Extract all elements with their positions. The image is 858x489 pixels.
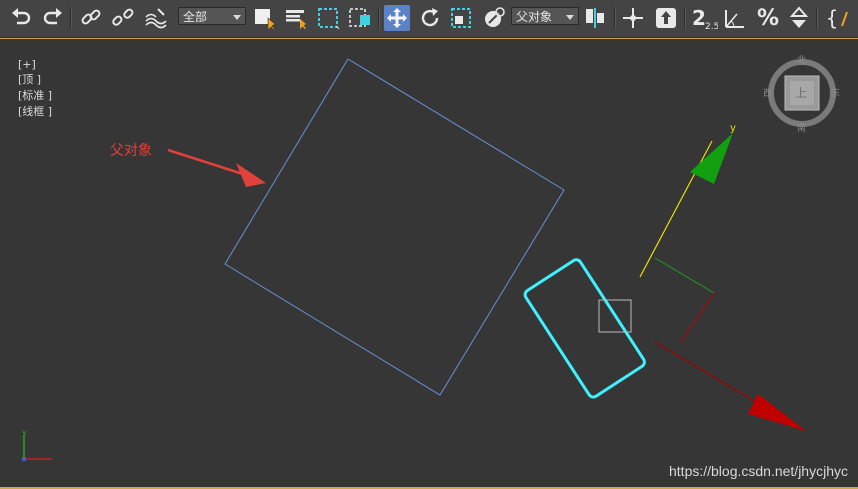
viewport-scene: y y xyxy=(22,58,836,461)
unlink-icon[interactable] xyxy=(110,5,136,31)
window-crossing-icon[interactable] xyxy=(347,5,373,31)
undo-icon[interactable] xyxy=(8,5,34,31)
chevron-down-icon xyxy=(233,15,241,20)
selection-filter-value: 全部 xyxy=(183,10,208,24)
toolbar-separator xyxy=(816,7,818,29)
gizmo-y-axis-arrow[interactable] xyxy=(690,133,733,184)
compass-east: 东 xyxy=(831,89,841,99)
redo-icon[interactable] xyxy=(40,5,66,31)
angle-snap-icon[interactable] xyxy=(722,5,748,31)
select-object-icon[interactable] xyxy=(252,5,278,31)
corner-axis-y-label: y xyxy=(22,428,27,437)
link-icon[interactable] xyxy=(78,5,104,31)
annotation-text: 父对象 xyxy=(110,143,152,159)
percent-glyph: % xyxy=(756,5,780,31)
toolbar-separator xyxy=(614,7,616,29)
rectangular-selection-icon[interactable] xyxy=(315,5,341,31)
select-manipulate-icon[interactable] xyxy=(481,5,507,31)
main-toolbar: 全部 父对象 2 2.5 % { xyxy=(0,0,858,38)
reference-coordinate-dropdown[interactable]: 父对象 xyxy=(511,7,579,25)
watermark-text: https://blog.csdn.net/jhycjhyc xyxy=(669,463,848,479)
move-tool-icon[interactable] xyxy=(384,5,410,31)
rotate-tool-icon[interactable] xyxy=(417,5,443,31)
brace-glyph: { xyxy=(825,6,839,30)
annotation-arrow-head xyxy=(236,163,266,187)
gizmo-x-axis-arrow[interactable] xyxy=(748,394,806,431)
percent-snap-icon[interactable]: % xyxy=(755,5,781,31)
snaps-toggle-icon[interactable]: 2 2.5 xyxy=(690,5,718,31)
gizmo-x-axis-line[interactable] xyxy=(654,341,767,409)
child-object-selected[interactable] xyxy=(523,258,646,399)
top-viewport[interactable]: [+] [顶 ] [标准 ] [线框 ] y y 北 南 东 西 上 父对象 h… xyxy=(0,38,858,489)
select-by-name-icon[interactable] xyxy=(283,5,309,31)
keyboard-shortcut-override-icon[interactable] xyxy=(653,5,679,31)
scale-tool-icon[interactable] xyxy=(448,5,474,31)
bind-space-warp-icon[interactable] xyxy=(143,5,169,31)
gizmo-y-label: y xyxy=(730,123,736,134)
viewcube-face-top[interactable]: 上 xyxy=(795,84,807,101)
svg-text:2.5: 2.5 xyxy=(705,22,718,31)
svg-text:2: 2 xyxy=(692,6,706,30)
named-selection-sets-icon[interactable]: { xyxy=(822,5,854,31)
toolbar-separator xyxy=(684,7,686,29)
parent-object-outline[interactable] xyxy=(224,58,565,396)
reference-coordinate-value: 父对象 xyxy=(516,10,553,24)
compass-north: 北 xyxy=(797,56,807,66)
compass-south: 南 xyxy=(797,124,807,134)
spinner-snap-icon[interactable] xyxy=(786,5,812,31)
annotation-arrow-line xyxy=(167,148,247,177)
gizmo-xy-plane-red[interactable] xyxy=(679,292,715,344)
gizmo-xy-plane-green[interactable] xyxy=(654,257,715,294)
pivot-point-center-icon[interactable] xyxy=(583,5,609,31)
gizmo-y-axis-line[interactable] xyxy=(639,140,713,278)
compass-west: 西 xyxy=(763,89,773,99)
select-and-link-icon[interactable] xyxy=(620,5,646,31)
toolbar-separator xyxy=(70,7,72,29)
chevron-down-icon xyxy=(566,15,574,20)
selection-filter-dropdown[interactable]: 全部 xyxy=(178,7,246,25)
toolbar-separator xyxy=(378,7,380,29)
corner-axis-tripod: y xyxy=(22,428,52,461)
